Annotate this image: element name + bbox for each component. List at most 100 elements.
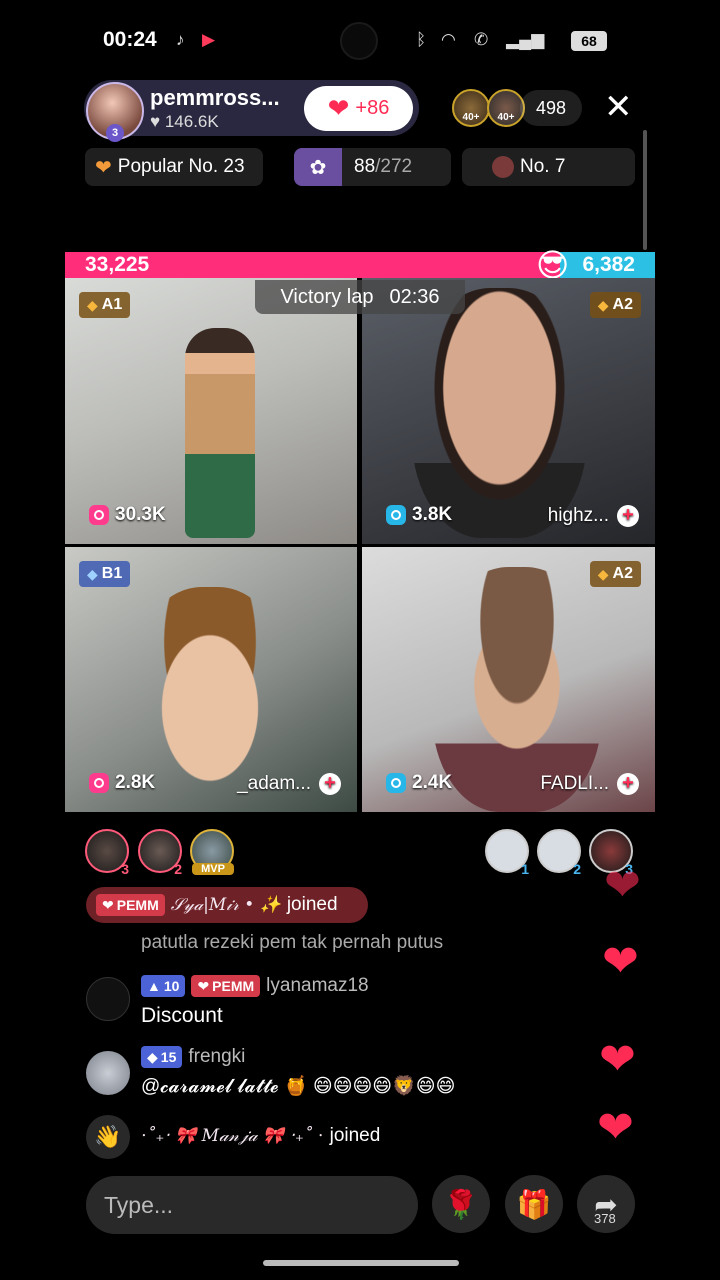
floating-heart-icon: ❤: [599, 1035, 636, 1084]
gifter-rank: 1: [521, 861, 529, 877]
viewer-level: 40+: [462, 112, 480, 123]
tile-rank-label: B1: [101, 565, 123, 582]
chat-username[interactable]: frengki: [188, 1046, 245, 1068]
floating-heart-icon: ❤: [604, 861, 641, 910]
ranking-label: No. 7: [520, 156, 566, 177]
chat-username[interactable]: lyanamaz18: [266, 975, 368, 997]
gem-icon: ◆: [597, 296, 609, 313]
follow-count: +86: [355, 97, 390, 119]
top-viewer-avatar[interactable]: 40+: [452, 89, 490, 127]
guest-video-tile[interactable]: ◆ A2 2.4K FADLI... +: [362, 547, 655, 812]
user-level: 15: [160, 1049, 177, 1065]
timer-label: Victory lap: [280, 285, 374, 308]
tile-score-value: 2.8K: [115, 772, 156, 793]
follow-plus-icon[interactable]: +: [617, 773, 639, 795]
goal-progress-chip[interactable]: ✿ 88/272: [294, 148, 451, 186]
chat-message-text: @𝓬𝓪𝓻𝓪𝓶𝓮𝓵 𝓵𝓪𝓽𝓽𝓮 🍯 😄😄😄😄🦁😄😄: [141, 1076, 456, 1097]
mvp-gifter-avatar[interactable]: MVP: [190, 829, 234, 875]
chat-message-header: ◆ 15 frengki: [141, 1046, 245, 1068]
top-gifter-avatar[interactable]: 2: [537, 829, 581, 877]
battle-timer: Victory lap 02:36: [255, 280, 465, 314]
tile-rank-badge: ◆ A2: [589, 561, 641, 587]
chat-user-avatar[interactable]: [86, 977, 130, 1021]
user-level: 10: [163, 978, 180, 994]
top-gifter-avatar[interactable]: 2: [138, 829, 182, 877]
follow-plus-icon[interactable]: +: [617, 505, 639, 527]
comment-input[interactable]: Type...: [86, 1176, 418, 1234]
gem-icon: ◆: [597, 565, 609, 582]
clock: 00:24: [103, 28, 157, 51]
follow-button[interactable]: ❤ +86: [304, 86, 413, 131]
joined-username[interactable]: 𝒮𝓎𝒶|𝑀𝒾𝓇 • ✨: [171, 895, 281, 915]
signal-icon: ▂▄▆: [506, 30, 545, 49]
tile-username-label: FADLI...: [540, 773, 609, 794]
gifter-rank: 2: [573, 861, 581, 877]
tile-score-value: 3.8K: [412, 504, 453, 525]
tile-rank-badge: ◆ B1: [79, 561, 131, 587]
viewer-count[interactable]: 498: [520, 90, 582, 126]
timer-value: 02:36: [389, 285, 440, 308]
fan-club-badge: ❤ PEMM: [191, 975, 261, 997]
tile-username[interactable]: highz... +: [548, 505, 639, 527]
guest-video-tile[interactable]: ◆ A1 30.3K: [65, 278, 357, 544]
follow-plus-icon[interactable]: +: [319, 773, 341, 795]
tile-rank-label: A2: [612, 296, 633, 313]
close-icon[interactable]: ✕: [604, 88, 633, 126]
join-notification: ❤ PEMM 𝒮𝓎𝒶|𝑀𝒾𝓇 • ✨ joined: [86, 887, 368, 923]
tiktok-icon: ♪: [176, 30, 185, 49]
tile-score-value: 2.4K: [412, 772, 453, 793]
share-count: 378: [594, 1211, 616, 1226]
camera-icon: [386, 773, 406, 793]
guest-video-tile[interactable]: ◆ B1 2.8K _adam... +: [65, 547, 357, 812]
home-indicator[interactable]: [263, 1260, 459, 1266]
camera-icon: [386, 505, 406, 525]
joined-label: joined: [329, 1125, 381, 1146]
rose-gift-icon[interactable]: 🌹: [432, 1175, 490, 1233]
record-icon: ▶: [202, 30, 216, 49]
wifi-icon: ◠: [441, 30, 456, 49]
goal-current: 88: [354, 156, 376, 177]
tile-username-label: _adam...: [237, 773, 311, 794]
gem-icon: ◆: [87, 296, 98, 313]
goal-total: /272: [375, 156, 413, 177]
tile-rank-badge: ◆ A2: [589, 292, 641, 318]
join-notification: ⋅˚₊‧ 🎀 𝑀𝒶𝓃𝒿𝒶 🎀 ‧₊˚ ⋅ joined: [141, 1125, 380, 1147]
gifter-rank: 3: [121, 861, 129, 877]
ranking-chip[interactable]: No. 7: [462, 148, 635, 186]
mvp-badge: MVP: [192, 863, 234, 875]
heart-icon: ❤: [327, 93, 350, 123]
floating-heart-icon: ❤: [602, 937, 639, 986]
wave-icon[interactable]: 👋: [86, 1115, 130, 1159]
host-likes: ♥ 146.6K: [150, 112, 219, 132]
joined-username[interactable]: ⋅˚₊‧ 🎀 𝑀𝒶𝓃𝒿𝒶 🎀 ‧₊˚ ⋅: [141, 1126, 324, 1146]
tile-rank-badge: ◆ A1: [79, 292, 131, 318]
guest-video-tile[interactable]: ◆ A2 3.8K highz... +: [362, 278, 655, 544]
tile-username[interactable]: FADLI... +: [540, 773, 639, 795]
heart-tag-icon: ❤: [102, 896, 114, 913]
host-likes-count: 146.6K: [164, 112, 219, 131]
tile-score: 2.8K: [89, 772, 155, 794]
call-icon: ✆: [474, 30, 489, 49]
tile-score: 3.8K: [386, 504, 452, 526]
gift-icon[interactable]: 🎁: [505, 1175, 563, 1233]
gifter-rank: 2: [174, 861, 182, 877]
tile-rank-label: A2: [612, 565, 633, 582]
top-gifter-avatar[interactable]: 3: [85, 829, 129, 877]
host-level-badge: 3: [106, 124, 124, 142]
guest-video-frame: [412, 288, 587, 538]
tile-username[interactable]: _adam... +: [237, 773, 341, 795]
viewer-level: 40+: [497, 112, 515, 123]
chat-user-avatar[interactable]: [86, 1051, 130, 1095]
tile-rank-label: A1: [101, 296, 123, 313]
bluetooth-icon: ᛒ: [416, 30, 427, 49]
fan-club-name: PEMM: [116, 897, 159, 913]
goal-icon: ✿: [294, 148, 342, 186]
tile-score-value: 30.3K: [115, 504, 166, 525]
floating-heart-icon: ❤: [597, 1103, 634, 1152]
user-level-badge: ▲ 10: [141, 975, 186, 997]
host-name[interactable]: pemmross...: [150, 85, 280, 111]
popular-rank-chip[interactable]: ❤ Popular No. 23: [85, 148, 263, 186]
tile-score: 30.3K: [89, 504, 166, 526]
top-gifter-avatar[interactable]: 1: [485, 829, 529, 877]
heart-tag-icon: ❤: [197, 977, 210, 994]
